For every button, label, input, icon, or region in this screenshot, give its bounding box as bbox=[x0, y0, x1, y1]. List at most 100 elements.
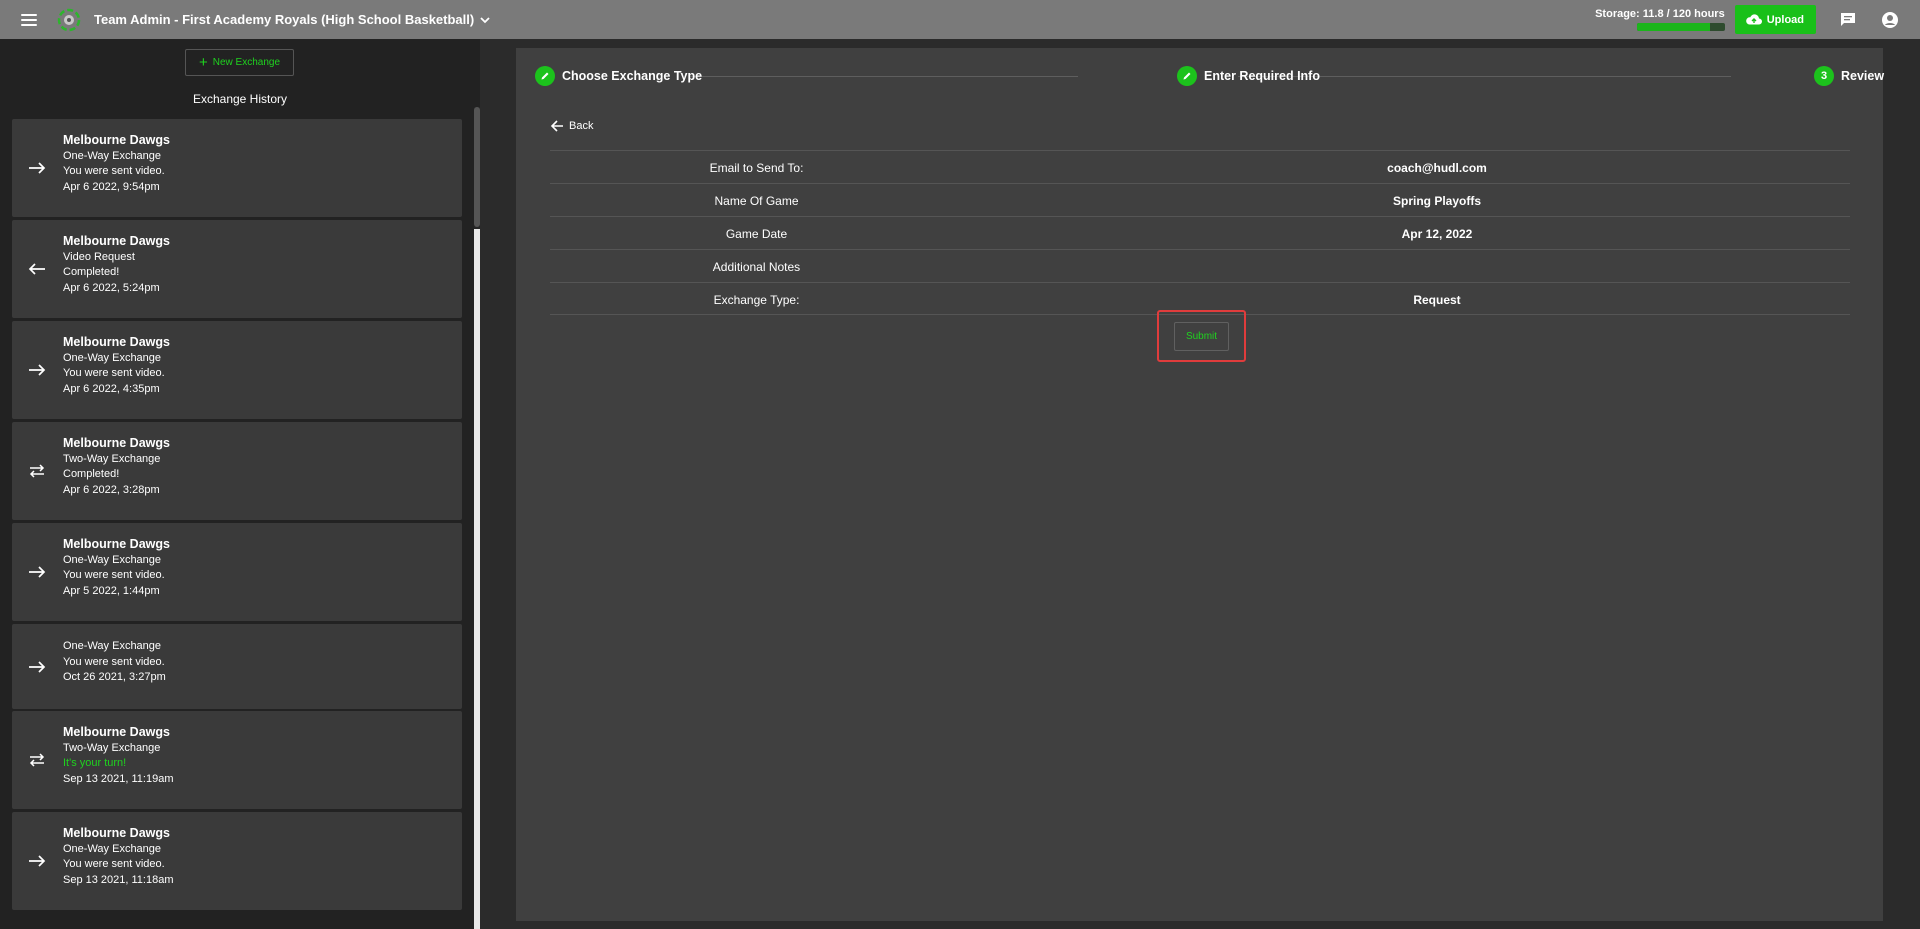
exchange-type: One-Way Exchange bbox=[63, 640, 162, 652]
arrow-right-icon bbox=[29, 660, 46, 673]
step-label: Review bbox=[1841, 69, 1885, 83]
exchange-card-text: Melbourne Dawgs Two-Way Exchange Completed… bbox=[63, 436, 170, 498]
team-selector[interactable]: Team Admin - First Academy Royals (High … bbox=[94, 12, 490, 27]
review-row-game-name: Name Of Game Spring Playoffs bbox=[550, 183, 1850, 216]
storage-indicator: Storage: 11.8 / 120 hours bbox=[1595, 8, 1725, 31]
exchange-date: Apr 6 2022, 4:35pm bbox=[63, 382, 160, 395]
exchange-status: You were sent video. bbox=[63, 367, 165, 379]
exchange-name: Melbourne Dawgs bbox=[63, 335, 170, 349]
row-label: Game Date bbox=[725, 227, 788, 241]
exchange-date: Sep 13 2021, 11:18am bbox=[63, 873, 174, 886]
exchange-card[interactable]: Melbourne Dawgs Video Request Completed! Ap… bbox=[12, 220, 462, 318]
pencil-icon bbox=[1177, 66, 1197, 86]
upload-button[interactable]: Upload bbox=[1734, 5, 1816, 34]
account-icon[interactable] bbox=[1880, 10, 1900, 30]
submit-button[interactable]: Submit bbox=[1174, 321, 1229, 351]
upload-label: Upload bbox=[1766, 13, 1804, 26]
exchange-type: One-Way Exchange bbox=[63, 149, 162, 162]
row-label: Email to Send To: bbox=[709, 161, 804, 175]
storage-bar bbox=[1636, 23, 1725, 31]
scrollbar-track-lower bbox=[474, 229, 480, 929]
step-connector bbox=[689, 76, 1078, 77]
arrow-left-icon bbox=[550, 120, 563, 132]
exchange-status: You were sent video. bbox=[63, 165, 165, 177]
exchange-card[interactable]: Melbourne Dawgs One-Way Exchange You were … bbox=[12, 321, 462, 419]
review-row-notes: Additional Notes bbox=[550, 249, 1850, 282]
menu-icon[interactable] bbox=[21, 13, 37, 26]
step-required-info[interactable]: Enter Required Info bbox=[1177, 66, 1320, 86]
exchange-name: Melbourne Dawgs bbox=[63, 234, 170, 248]
exchange-date: Apr 6 2022, 9:54pm bbox=[63, 180, 160, 193]
review-row-game-date: Game Date Apr 12, 2022 bbox=[550, 216, 1850, 249]
exchange-card[interactable]: Melbourne Dawgs One-Way Exchange You were … bbox=[12, 523, 462, 621]
exchange-card[interactable]: Melbourne Dawgs Two-Way Exchange It's your… bbox=[12, 711, 462, 809]
exchange-sidebar: + New Exchange Exchange History Melbourn… bbox=[0, 39, 480, 929]
new-exchange-button[interactable]: + New Exchange bbox=[185, 49, 294, 76]
team-title: Team Admin - First Academy Royals (High … bbox=[94, 12, 475, 27]
exchange-card[interactable]: Melbourne Dawgs One-Way Exchange You were … bbox=[12, 812, 462, 910]
step-label: Enter Required Info bbox=[1204, 69, 1320, 83]
exchange-status: Completed! bbox=[63, 468, 120, 480]
exchange-status: It's your turn! bbox=[63, 757, 127, 769]
row-label: Additional Notes bbox=[712, 260, 801, 274]
exchange-card-text: Melbourne Dawgs Two-Way Exchange It's your… bbox=[63, 725, 174, 787]
exchange-card[interactable]: One-Way Exchange You were sent video. Oct … bbox=[12, 624, 462, 709]
row-label: Exchange Type: bbox=[713, 293, 800, 307]
plus-icon: + bbox=[198, 53, 208, 71]
exchange-card[interactable]: Melbourne Dawgs Two-Way Exchange Completed… bbox=[12, 422, 462, 520]
back-label: Back bbox=[569, 120, 594, 132]
messages-icon[interactable] bbox=[1838, 10, 1858, 30]
row-value: coach@hudl.com bbox=[1387, 161, 1487, 175]
exchange-type: One-Way Exchange bbox=[63, 351, 162, 364]
arrow-right-icon bbox=[29, 566, 46, 578]
row-value: Request bbox=[1413, 293, 1461, 307]
top-bar: Team Admin - First Academy Royals (High … bbox=[0, 0, 1920, 39]
exchange-card-text: Melbourne Dawgs Video Request Completed! Ap… bbox=[63, 234, 170, 296]
exchange-date: Apr 6 2022, 5:24pm bbox=[63, 281, 160, 294]
review-table: Email to Send To: coach@hudl.com Name Of… bbox=[550, 150, 1850, 315]
step-number: 3 bbox=[1814, 66, 1834, 86]
exchange-card-text: Melbourne Dawgs One-Way Exchange You were … bbox=[63, 826, 174, 888]
exchange-name: Melbourne Dawgs bbox=[63, 725, 170, 739]
storage-bar-fill bbox=[1636, 23, 1711, 31]
exchange-status: You were sent video. bbox=[63, 858, 165, 870]
swap-icon bbox=[29, 753, 45, 767]
exchange-date: Apr 6 2022, 3:28pm bbox=[63, 483, 160, 496]
storage-text: Storage: 11.8 / 120 hours bbox=[1595, 8, 1725, 20]
exchange-date: Sep 13 2021, 11:19am bbox=[63, 772, 174, 785]
row-value: Spring Playoffs bbox=[1392, 194, 1481, 208]
scrollbar-thumb[interactable] bbox=[474, 107, 480, 227]
step-choose-type[interactable]: Choose Exchange Type bbox=[535, 66, 702, 86]
step-label: Choose Exchange Type bbox=[562, 69, 703, 83]
exchange-date: Oct 26 2021, 3:27pm bbox=[63, 671, 166, 683]
exchange-status: Completed! bbox=[63, 266, 120, 278]
exchange-history-title: Exchange History bbox=[192, 92, 288, 106]
exchange-card-text: One-Way Exchange You were sent video. Oct … bbox=[63, 639, 166, 686]
exchange-card-text: Melbourne Dawgs One-Way Exchange You were … bbox=[63, 335, 170, 397]
exchange-date: Apr 5 2022, 1:44pm bbox=[63, 584, 160, 597]
chevron-down-icon bbox=[480, 16, 490, 23]
arrow-right-icon bbox=[29, 162, 46, 174]
arrow-right-icon bbox=[29, 364, 46, 376]
step-review: 3 Review bbox=[1814, 66, 1884, 86]
exchange-type: Video Request bbox=[63, 250, 135, 263]
arrow-right-icon bbox=[29, 855, 46, 867]
stepper: Choose Exchange Type Enter Required Info… bbox=[535, 66, 1884, 86]
cloud-upload-icon bbox=[1745, 13, 1762, 24]
exchange-type: One-Way Exchange bbox=[63, 553, 162, 566]
review-panel: Choose Exchange Type Enter Required Info… bbox=[516, 48, 1884, 921]
exchange-name: Melbourne Dawgs bbox=[63, 537, 170, 551]
exchange-status: You were sent video. bbox=[63, 655, 165, 668]
submit-highlight: Submit bbox=[1157, 310, 1246, 362]
exchange-type: Two-Way Exchange bbox=[63, 452, 161, 465]
exchange-type: One-Way Exchange bbox=[63, 842, 162, 855]
exchange-name: Melbourne Dawgs bbox=[63, 826, 170, 840]
row-label: Name Of Game bbox=[714, 194, 799, 208]
back-button[interactable]: Back bbox=[550, 119, 593, 133]
exchange-type: Two-Way Exchange bbox=[63, 741, 161, 754]
arrow-left-icon bbox=[28, 263, 45, 275]
exchange-status: You were sent video. bbox=[63, 569, 165, 581]
exchange-name: Melbourne Dawgs bbox=[63, 133, 170, 147]
exchange-card[interactable]: Melbourne Dawgs One-Way Exchange You were … bbox=[12, 119, 462, 217]
exchange-card-text: Melbourne Dawgs One-Way Exchange You were … bbox=[63, 133, 170, 195]
